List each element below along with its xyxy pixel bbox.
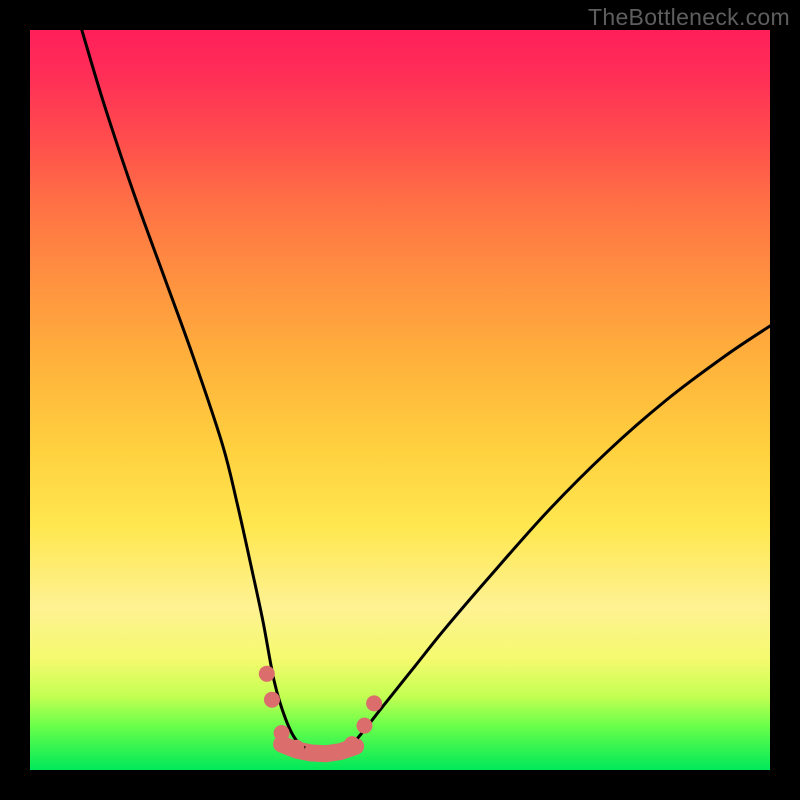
marker-dot [288,740,304,756]
marker-dot [356,718,372,734]
marker-dot [259,666,275,682]
marker-dot [264,692,280,708]
plot-area [30,30,770,770]
marker-dot [318,746,334,762]
marker-dot [366,695,382,711]
watermark-text: TheBottleneck.com [588,4,790,31]
curve-path [82,30,770,754]
marker-dot [344,736,360,752]
marker-dot [303,745,319,761]
marker-dot [274,725,290,741]
chart-frame: TheBottleneck.com [0,0,800,800]
chart-svg [30,30,770,770]
bottleneck-curve-line [82,30,770,754]
